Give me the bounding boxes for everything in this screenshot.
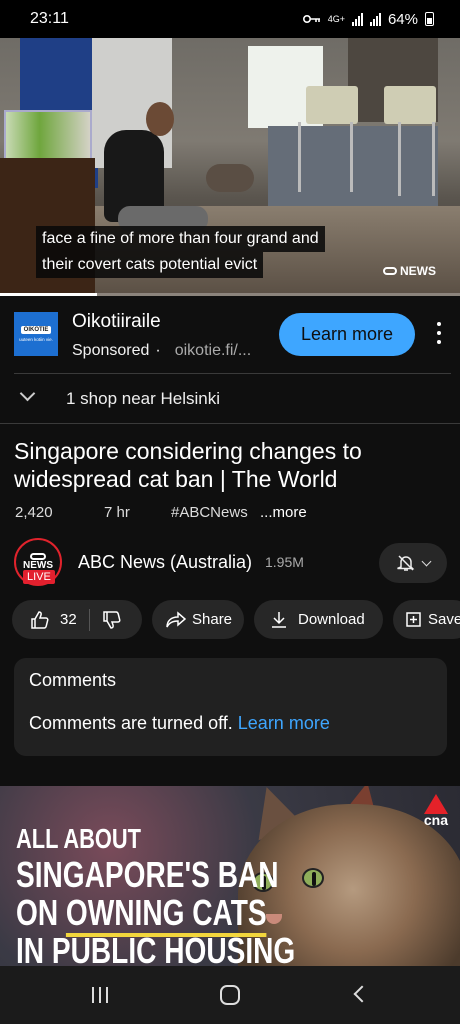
ad-title: Oikotiiraile [72,311,161,332]
bell-off-icon [396,555,414,571]
comments-disabled-message: Comments are turned off. Learn more [29,713,330,733]
caption-line: face a fine of more than four grand and [36,226,325,252]
cna-triangle-icon [423,794,448,814]
signal-icon [351,12,363,26]
vpn-key-icon [302,15,320,23]
scene-stool [306,86,358,124]
scene-stool [384,86,436,124]
view-count: 2,420 [15,504,53,521]
status-icons: 4G+ 64% [302,10,434,28]
ad-learn-more-button[interactable]: Learn more [279,313,415,356]
video-title[interactable]: Singapore considering changes to widespr… [14,437,434,493]
download-icon [272,611,286,628]
ad-sponsored-label: Sponsored [72,342,150,359]
chevron-down-icon[interactable] [19,385,36,402]
channel-name[interactable]: ABC News (Australia) [78,552,252,573]
ad-separator: · [155,342,161,359]
scene-toys [4,110,92,164]
save-playlist-icon [406,612,421,627]
live-badge: LIVE [23,570,55,584]
upload-age: 7 hr [104,504,130,521]
cna-logo: cna [424,794,448,828]
save-button[interactable]: Save [393,600,460,639]
caption-line: their covert cats potential evict [36,252,264,278]
abc-logo-icon [30,553,46,560]
signal-icon-2 [369,12,381,26]
comments-title: Comments [29,670,117,690]
battery-percent: 64% [387,10,418,28]
back-icon[interactable] [353,985,371,1003]
thumbs-down-icon[interactable] [102,610,122,630]
video-captions: face a fine of more than four grand and … [36,226,325,278]
ad-url: oikotie.fi/... [174,342,252,359]
thumbnail-title-text: ALL ABOUT SINGAPORE'S BAN ON OWNING CATS… [16,823,296,966]
hashtag-link[interactable]: #ABCNews [171,504,248,521]
divider [0,423,460,424]
video-player[interactable]: face a fine of more than four grand and … [0,38,460,296]
thumbs-up-icon[interactable] [30,610,50,630]
status-bar: 23:11 4G+ 64% [0,0,460,38]
notification-bell-button[interactable] [379,543,447,583]
like-count[interactable]: 32 [60,611,77,628]
sponsored-ad[interactable]: OIKOTIE uuteen kotiin vie. Oikotiiraile … [0,296,460,373]
scene-person-head [146,102,174,136]
more-options-icon[interactable] [432,320,446,346]
recent-apps-icon[interactable] [92,987,108,1003]
share-button[interactable]: Share [152,600,244,639]
system-nav-bar [0,966,460,1024]
battery-icon [425,12,434,26]
download-button[interactable]: Download [254,600,383,639]
chevron-down-icon [421,556,431,566]
home-icon[interactable] [220,985,240,1005]
abc-logo-icon [383,267,397,275]
comments-panel[interactable]: Comments Comments are turned off. Learn … [14,658,447,756]
ad-meta: Sponsored · oikotie.fi/... [72,342,251,360]
subscriber-count: 1.95M [265,554,304,570]
like-divider [88,608,90,631]
scene-counter [268,126,438,218]
comments-learn-more-link[interactable]: Learn more [238,713,330,733]
next-video-thumbnail[interactable]: ALL ABOUT SINGAPORE'S BAN ON OWNING CATS… [0,786,460,966]
status-time: 23:11 [30,10,69,27]
network-type: 4G+ [327,13,345,24]
scene-cat [206,164,254,192]
like-dislike-group: 32 [12,600,142,639]
cat-eye [302,868,324,888]
description-more-link[interactable]: ...more [260,504,307,521]
shop-location-row[interactable]: 1 shop near Helsinki [0,374,460,423]
abc-news-watermark: NEWS [383,264,436,278]
ad-logo: OIKOTIE uuteen kotiin vie. [14,312,58,356]
share-icon [166,610,186,627]
shop-location-text: 1 shop near Helsinki [66,389,221,408]
